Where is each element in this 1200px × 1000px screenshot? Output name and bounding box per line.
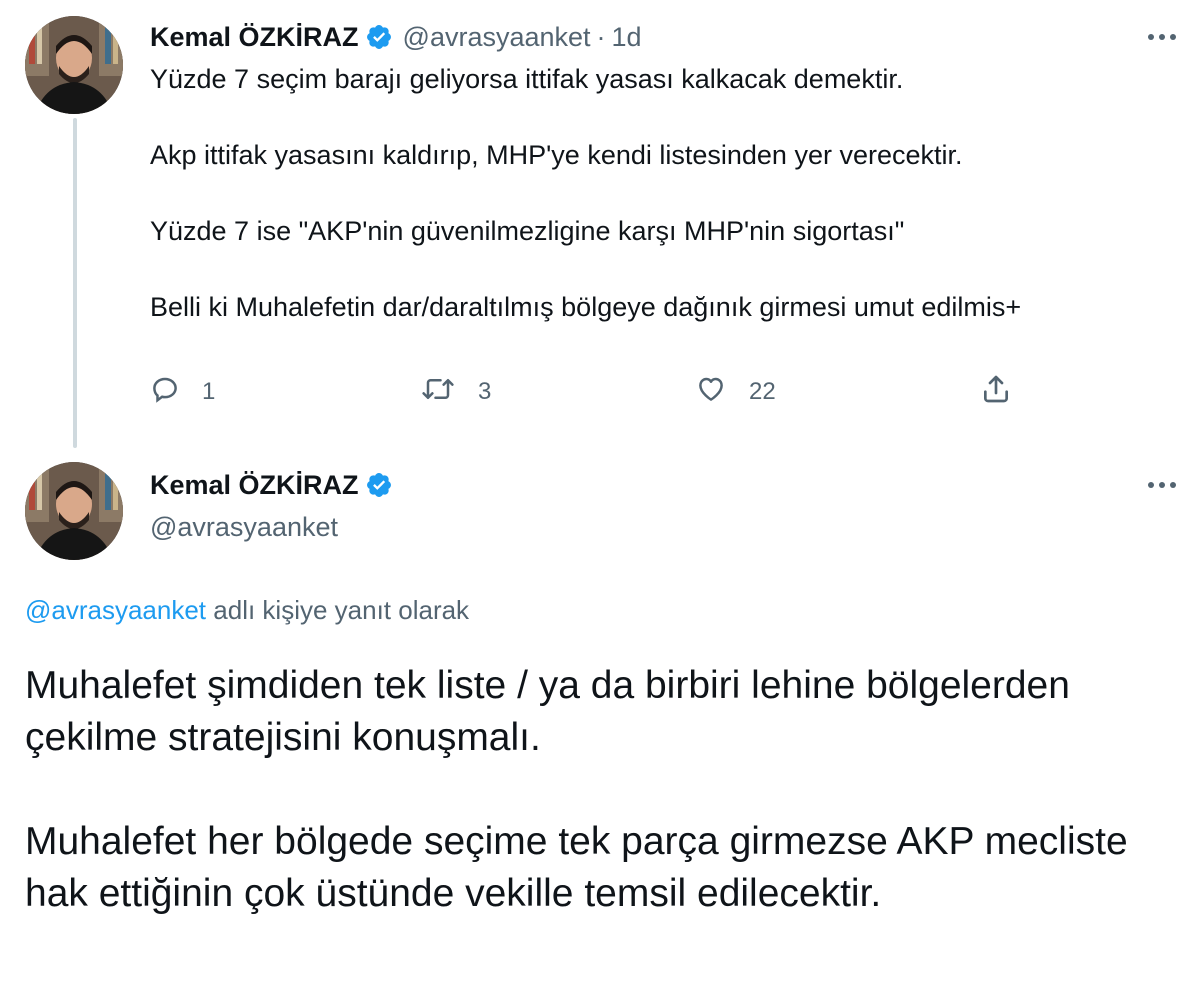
verified-badge-icon — [365, 23, 393, 51]
retweet-count: 3 — [478, 378, 492, 405]
like-count: 22 — [749, 378, 776, 405]
share-button[interactable] — [980, 370, 1012, 414]
tweet-paragraph: Muhalefet şimdiden tek liste / ya da bir… — [25, 664, 1070, 759]
timestamp[interactable]: 1d — [612, 22, 642, 53]
reply-to-handle-link[interactable]: @avrasyaanket — [25, 595, 206, 625]
heart-icon — [695, 374, 727, 411]
display-name[interactable]: Kemal ÖZKİRAZ — [150, 470, 359, 501]
reply-count: 1 — [202, 378, 216, 405]
avatar[interactable] — [25, 16, 123, 114]
handle[interactable]: @avrasyaanket — [150, 512, 338, 543]
tweet-actions: 1 3 22 — [150, 370, 1050, 414]
tweet-paragraph: Muhalefet her bölgede seçime tek parça g… — [25, 820, 1128, 915]
tweet-header: Kemal ÖZKİRAZ @avrasyaanket · 1d — [150, 18, 642, 56]
tweet-paragraph: Akp ittifak yasasını kaldırıp, MHP'ye ke… — [150, 140, 963, 170]
tweet-text: Muhalefet şimdiden tek liste / ya da bir… — [25, 660, 1175, 972]
tweet-thread: Kemal ÖZKİRAZ @avrasyaanket · 1d Yüzde 7… — [0, 0, 1200, 1000]
tweet-paragraph: Yüzde 7 seçim barajı geliyorsa ittifak y… — [150, 64, 904, 94]
handle[interactable]: @avrasyaanket — [403, 22, 591, 53]
reply-icon — [150, 374, 180, 411]
avatar[interactable] — [25, 462, 123, 560]
display-name[interactable]: Kemal ÖZKİRAZ — [150, 22, 359, 53]
tweet-paragraph: Belli ki Muhalefetin dar/daraltılmış böl… — [150, 292, 1022, 322]
thread-connector-line — [73, 118, 77, 448]
replying-to: @avrasyaanket adlı kişiye yanıt olarak — [25, 595, 469, 626]
retweet-icon — [420, 374, 456, 411]
reply-button[interactable]: 1 — [150, 370, 215, 414]
separator: · — [596, 21, 606, 52]
retweet-button[interactable]: 3 — [420, 370, 491, 414]
reply-to-text: adlı kişiye yanıt olarak — [206, 595, 470, 625]
tweet-header: Kemal ÖZKİRAZ — [150, 466, 393, 504]
share-icon — [980, 373, 1012, 412]
more-options-icon[interactable] — [1142, 470, 1182, 500]
like-button[interactable]: 22 — [695, 370, 776, 414]
verified-badge-icon — [365, 471, 393, 499]
tweet-paragraph: Yüzde 7 ise "AKP'nin güvenilmezligine ka… — [150, 216, 905, 246]
tweet-text: Yüzde 7 seçim barajı geliyorsa ittifak y… — [150, 60, 1170, 364]
more-options-icon[interactable] — [1142, 22, 1182, 52]
